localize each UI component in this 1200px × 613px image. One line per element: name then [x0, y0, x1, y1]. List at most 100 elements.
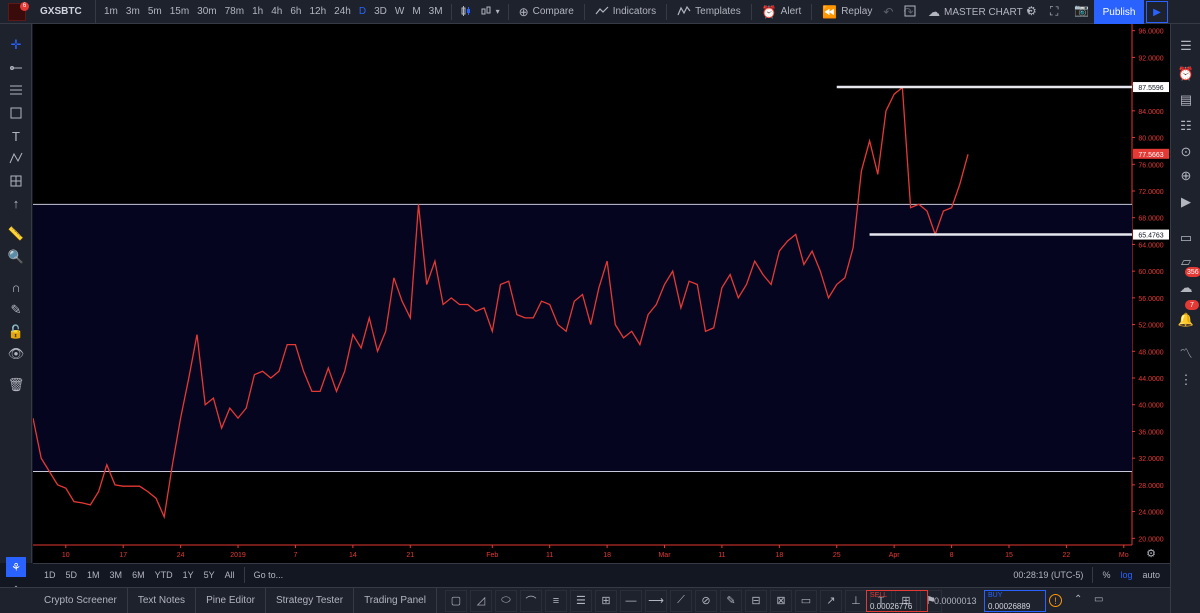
layout-selector[interactable]: ☁ MASTER CHART ▾ — [922, 0, 1037, 24]
curve-draw-icon[interactable]: ⌒ — [519, 589, 542, 612]
maximize-panel-icon[interactable]: ▭ — [1094, 594, 1103, 605]
triangle-draw-icon[interactable]: ◿ — [469, 589, 492, 612]
date-range-icon[interactable]: ⊠ — [769, 589, 792, 612]
goto-button[interactable]: Go to... — [249, 570, 289, 580]
tab-text-notes[interactable]: Text Notes — [128, 587, 197, 613]
timeframe-5m[interactable]: 5m — [144, 0, 166, 24]
tab-crypto-screener[interactable]: Crypto Screener — [34, 587, 128, 613]
ruler-icon[interactable]: 📏 — [7, 225, 25, 243]
compare-button[interactable]: ⊕ Compare — [513, 0, 580, 24]
range-ytd[interactable]: YTD — [150, 570, 178, 580]
chart-style-icon[interactable] — [476, 5, 496, 19]
timeframe-78m[interactable]: 78m — [221, 0, 248, 24]
arrow-up-icon[interactable]: ↑ — [7, 194, 25, 212]
range-1y[interactable]: 1Y — [178, 570, 199, 580]
timeframe-15m[interactable]: 15m — [166, 0, 193, 24]
streams-icon[interactable]: ▶ — [1176, 192, 1196, 212]
data-window-icon[interactable]: ▤ — [1176, 90, 1196, 110]
chevron-up-icon[interactable]: ⌃ — [1074, 594, 1082, 605]
fib-draw-icon[interactable]: ☰ — [569, 589, 592, 612]
arrow-marker-icon[interactable]: ↗ — [819, 589, 842, 612]
timeframe-d[interactable]: D — [355, 0, 370, 24]
timeframe-6h[interactable]: 6h — [286, 0, 305, 24]
chart-area[interactable]: 96.000092.000088.000084.000080.000076.00… — [32, 24, 1170, 563]
rectangle-draw-icon[interactable]: ▢ — [444, 589, 467, 612]
tab-strategy-tester[interactable]: Strategy Tester — [266, 587, 355, 613]
timeframe-24h[interactable]: 24h — [330, 0, 355, 24]
indicators-button[interactable]: Indicators — [589, 0, 662, 24]
timeframe-3d[interactable]: 3D — [370, 0, 391, 24]
fullscreen-icon[interactable] — [904, 5, 916, 19]
zoom-in-icon[interactable]: 🔍 — [7, 248, 25, 266]
range-3m[interactable]: 3M — [105, 570, 128, 580]
log-toggle[interactable]: log — [1115, 570, 1137, 580]
price-chart[interactable]: 96.000092.000088.000084.000080.000076.00… — [32, 24, 1170, 563]
tab-pine-editor[interactable]: Pine Editor — [196, 587, 266, 613]
timeframe-4h[interactable]: 4h — [267, 0, 286, 24]
notifications-icon[interactable]: ☁ — [1176, 278, 1196, 298]
pattern-icon[interactable] — [7, 149, 25, 167]
play-icon[interactable]: ▶ — [1146, 1, 1168, 23]
gann-draw-icon[interactable]: ⊞ — [594, 589, 617, 612]
candles-icon[interactable] — [456, 5, 476, 19]
user-avatar[interactable]: 6 — [0, 0, 34, 24]
trading-icon[interactable]: 〽 — [1176, 342, 1196, 362]
brush-icon[interactable]: ⟋ — [669, 589, 692, 612]
sell-button[interactable]: SELL 0.00026776 — [866, 590, 928, 612]
range-1d[interactable]: 1D — [39, 570, 61, 580]
horizontal-ray-icon[interactable]: — — [619, 589, 642, 612]
calendar-icon[interactable]: ⊙ — [1176, 142, 1196, 162]
camera-icon[interactable]: 📷 — [1074, 4, 1089, 16]
ideas-icon[interactable]: ⊕ — [1176, 166, 1196, 186]
watchlist-icon[interactable]: ☰ — [1176, 36, 1196, 56]
templates-button[interactable]: Templates — [671, 0, 747, 24]
percent-toggle[interactable]: % — [1097, 570, 1115, 580]
alert-clock-icon[interactable]: ⏰ — [1176, 64, 1196, 84]
undo-icon[interactable]: ↶ — [878, 6, 898, 18]
hotlist-side-icon[interactable]: ☷ — [1176, 116, 1196, 136]
timeframe-3m[interactable]: 3M — [425, 0, 447, 24]
alert-button[interactable]: ⏰ Alert — [756, 0, 808, 24]
range-all[interactable]: All — [220, 570, 240, 580]
crosshair-icon[interactable]: ✛ — [7, 36, 25, 54]
ellipse-draw-icon[interactable]: ⬭ — [494, 589, 517, 612]
trash-icon[interactable]: 🗑 — [7, 376, 25, 394]
anchored-note-icon[interactable]: ✎ — [719, 589, 742, 612]
prediction-icon[interactable] — [7, 172, 25, 190]
chevron-down-icon[interactable]: ▾ — [496, 7, 504, 16]
info-icon[interactable]: ! — [1049, 594, 1062, 607]
hotlist-icon[interactable]: ⚘ — [6, 557, 26, 577]
range-1m[interactable]: 1M — [82, 570, 105, 580]
magnet-icon[interactable]: ∩ — [7, 278, 25, 296]
fullscreen-expand-icon[interactable]: ⛶ — [1050, 5, 1058, 17]
rectangle-icon[interactable] — [7, 104, 25, 122]
text-tool-icon[interactable]: T — [7, 127, 25, 145]
symbol-search[interactable]: GXSBTC — [34, 0, 96, 24]
range-5d[interactable]: 5D — [61, 570, 83, 580]
timeframe-30m[interactable]: 30m — [193, 0, 220, 24]
more-icon[interactable]: ⋮ — [1176, 370, 1196, 390]
timeframe-1m[interactable]: 1m — [100, 0, 122, 24]
range-6m[interactable]: 6M — [127, 570, 150, 580]
callout-icon[interactable]: ▭ — [794, 589, 817, 612]
bell-icon[interactable]: 🔔 — [1176, 310, 1196, 330]
publish-button[interactable]: Publish — [1094, 0, 1144, 24]
timeframe-1h[interactable]: 1h — [248, 0, 267, 24]
timeframe-3m[interactable]: 3m — [122, 0, 144, 24]
timeframe-m[interactable]: M — [408, 0, 424, 24]
range-5y[interactable]: 5Y — [199, 570, 220, 580]
buy-button[interactable]: BUY 0.00026889 — [984, 590, 1046, 612]
lock-icon[interactable]: 🔓 — [7, 323, 25, 341]
parallel-channel-icon[interactable]: ≡ — [544, 589, 567, 612]
auto-toggle[interactable]: auto — [1137, 570, 1170, 580]
trend-line-icon[interactable] — [7, 59, 25, 77]
timeframe-12h[interactable]: 12h — [305, 0, 330, 24]
gear-icon[interactable]: ⚙ — [1026, 5, 1037, 17]
fib-retracement-icon[interactable] — [7, 81, 25, 99]
replay-button[interactable]: ⏪ Replay — [816, 0, 878, 24]
chart-settings-icon[interactable]: ⚙ — [1146, 548, 1156, 560]
chat-icon[interactable]: ▭ — [1176, 228, 1196, 248]
eye-icon[interactable]: 👁 — [7, 345, 25, 363]
pencil-lock-icon[interactable]: ✎ — [7, 301, 25, 319]
price-range-icon[interactable]: ⊟ — [744, 589, 767, 612]
